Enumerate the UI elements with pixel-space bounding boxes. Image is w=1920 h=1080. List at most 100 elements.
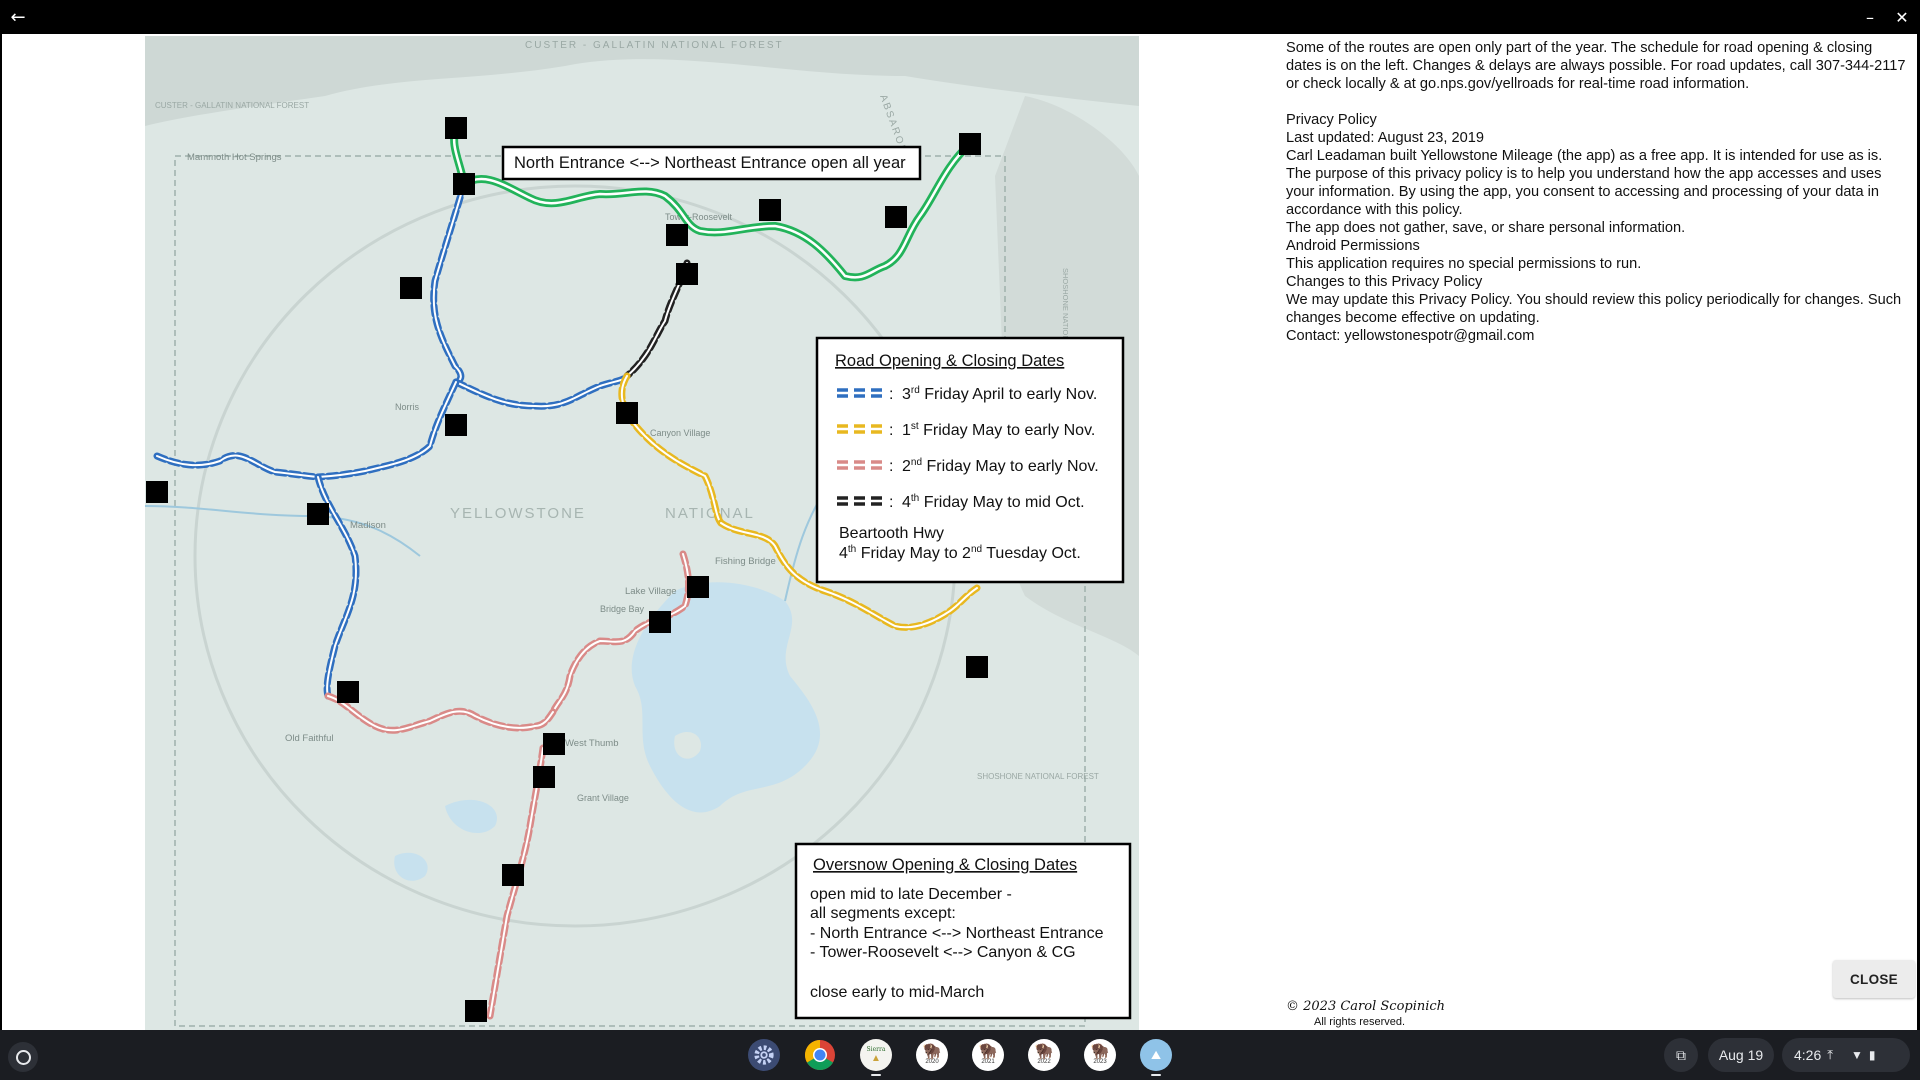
yellowstone-label: YELLOWSTONE (450, 505, 586, 522)
beartooth-dates: 4th Friday May to 2nd Tuesday Oct. (839, 544, 1081, 562)
bison-icon: 🦬 (1034, 1043, 1054, 1060)
tower-label: Tower-Roosevelt (665, 212, 733, 222)
status-tray[interactable]: 4:26 ⤒ ▼ ▮ (1782, 1038, 1910, 1072)
chrome-app-icon[interactable] (804, 1039, 836, 1071)
canyon-label: Canyon Village (650, 428, 710, 438)
date-tray[interactable]: Aug 19 (1708, 1038, 1774, 1072)
marker-south-entrance[interactable] (465, 1000, 487, 1022)
svg-text::: : (889, 386, 893, 403)
gear-icon (754, 1045, 774, 1065)
marker-mammoth[interactable] (453, 173, 475, 195)
oversnow-line3: - North Entrance <--> Northeast Entrance (810, 925, 1104, 942)
shoshone-label: SHOSHONE NATIONAL FOREST (977, 772, 1099, 781)
wifi-icon: ▼ (1851, 1048, 1863, 1062)
close-icon: ✕ (1895, 7, 1909, 27)
yellowstone-2023-app-icon[interactable]: 🦬 2023 (1084, 1039, 1116, 1071)
yellowstone-2021-app-icon[interactable]: 🦬 2021 (972, 1039, 1004, 1071)
year-badge-2021: 2021 (981, 1059, 995, 1065)
legend-row-text: 1st Friday May to early Nov. (902, 421, 1095, 439)
window-close-button[interactable]: ✕ (1884, 0, 1920, 34)
date-text: Aug 19 (1718, 1047, 1764, 1063)
yellowstone-2022-app-icon[interactable]: 🦬 2022 (1028, 1039, 1060, 1071)
sierra-app-icon[interactable]: Sierra ▲ (860, 1039, 892, 1071)
privacy-updated: Last updated: August 23, 2019 (1286, 130, 1484, 146)
lake-village-label: Lake Village (625, 586, 677, 597)
year-badge-2023: 2023 (1093, 1059, 1107, 1065)
bison-icon: 🦬 (1090, 1043, 1110, 1060)
mountain-icon: ▲ (871, 1053, 881, 1064)
update-icon: ⤒ (1827, 1047, 1833, 1062)
marker-lamar-east[interactable] (885, 206, 907, 228)
legend-row-text: 3rd Friday April to early Nov. (902, 385, 1097, 403)
marker-east-entrance[interactable] (966, 656, 988, 678)
yellowstone-2020-app-icon[interactable]: 🦬 2020 (916, 1039, 948, 1071)
svg-text::: : (889, 494, 893, 511)
marker-tower[interactable] (666, 224, 688, 246)
beartooth-end: Tuesday Oct. (982, 545, 1081, 562)
north-banner-text: North Entrance <--> Northeast Entrance o… (514, 154, 906, 172)
back-button[interactable]: ← (0, 0, 36, 34)
year-badge-2020: 2020 (925, 1059, 939, 1065)
launcher-button[interactable] (8, 1042, 38, 1072)
yosemite-app-icon[interactable]: ⛰ (1140, 1039, 1172, 1071)
road-legend-title: Road Opening & Closing Dates (835, 352, 1064, 370)
marker-lewis-lake[interactable] (502, 864, 524, 886)
marker-northeast-entrance[interactable] (959, 133, 981, 155)
marker-west-entrance[interactable] (146, 481, 168, 503)
marker-lamar[interactable] (759, 199, 781, 221)
contact-text: Contact: yellowstonespotr@gmail.com (1286, 328, 1535, 344)
bison-icon: 🦬 (978, 1043, 998, 1060)
oversnow-line5: close early to mid-March (810, 984, 984, 1001)
legend-row-text: 2nd Friday May to early Nov. (902, 457, 1099, 475)
settings-app-icon[interactable] (748, 1039, 780, 1071)
fishing-bridge-label: Fishing Bridge (715, 556, 776, 567)
marker-lake-village[interactable] (649, 611, 671, 633)
beartooth-title: Beartooth Hwy (839, 525, 944, 542)
running-indicator (1151, 1074, 1161, 1076)
marker-mammoth-south[interactable] (400, 277, 422, 299)
marker-madison[interactable] (307, 503, 329, 525)
svg-text::: : (889, 422, 893, 439)
oversnow-title: Oversnow Opening & Closing Dates (813, 856, 1077, 874)
app-content: CUSTER - GALLATIN NATIONAL FOREST CUSTER… (2, 34, 1917, 1030)
marker-tower-south[interactable] (676, 263, 698, 285)
chromeos-shelf: Sierra ▲ 🦬 2020 🦬 2021 🦬 2022 🦬 2023 ⛰ ⧉… (0, 1030, 1920, 1080)
minimize-button[interactable]: – (1852, 0, 1888, 34)
oversnow-line1: open mid to late December - (810, 886, 1012, 903)
privacy-title: Privacy Policy (1286, 112, 1377, 128)
beartooth-sup2: nd (971, 544, 982, 555)
madison-label: Madison (350, 520, 386, 531)
holding-space-button[interactable]: ⧉ (1664, 1038, 1698, 1072)
custer-label: CUSTER - GALLATIN NATIONAL FOREST (525, 40, 784, 51)
chrome-icon (804, 1040, 835, 1071)
copyright-rights: All rights reserved. (1314, 1016, 1406, 1028)
clipboard-icon: ⧉ (1676, 1046, 1686, 1063)
oversnow-line4: - Tower-Roosevelt <--> Canyon & CG (810, 944, 1076, 961)
marker-north-entrance[interactable] (445, 117, 467, 139)
marker-old-faithful[interactable] (337, 681, 359, 703)
beartooth-sup1: th (848, 544, 856, 555)
marker-grant-village[interactable] (533, 766, 555, 788)
grant-village-label: Grant Village (577, 793, 629, 803)
marker-west-thumb[interactable] (543, 733, 565, 755)
year-badge-2022: 2022 (1037, 1059, 1051, 1065)
marker-canyon[interactable] (616, 402, 638, 424)
minimize-icon: – (1866, 7, 1874, 27)
marker-fishing-bridge[interactable] (687, 576, 709, 598)
schedule-text: Some of the routes are open only part of… (1286, 40, 1906, 92)
mountain-icon: ⛰ (1150, 1047, 1162, 1062)
close-button[interactable]: CLOSE (1833, 960, 1915, 998)
copyright-signature: © 2023 Carol Scopinich (1286, 999, 1446, 1014)
marker-norris[interactable] (445, 414, 467, 436)
legend-row-text: 4th Friday May to mid Oct. (902, 493, 1085, 511)
bridge-bay-label: Bridge Bay (600, 604, 645, 614)
privacy-intro: Carl Leadaman built Yellowstone Mileage … (1286, 148, 1883, 218)
battery-icon: ▮ (1868, 1048, 1876, 1062)
arrow-left-icon: ← (10, 6, 26, 28)
national-label: NATIONAL (665, 505, 755, 522)
privacy-panel: Some of the routes are open only part of… (1286, 39, 1906, 345)
norris-label: Norris (395, 402, 419, 412)
running-indicator (871, 1074, 881, 1076)
window-titlebar: ← – ✕ (0, 0, 1920, 34)
